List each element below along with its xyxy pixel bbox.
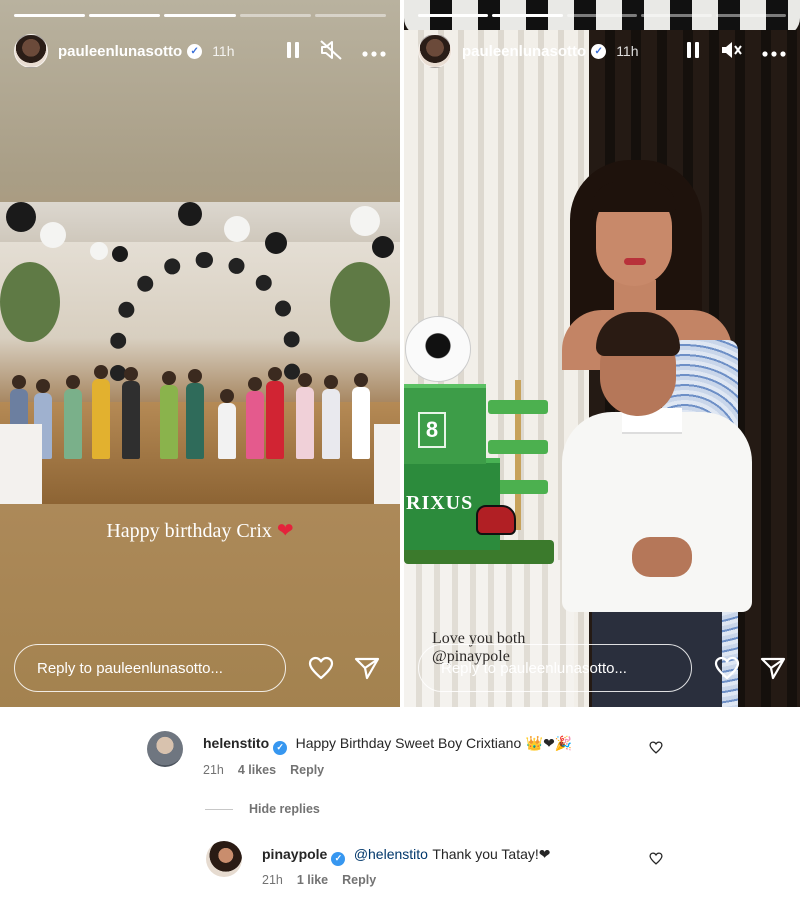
progress-segment [641,14,712,17]
speaker-muted-icon[interactable] [720,40,742,63]
progress-segment [239,14,311,17]
story-header: pauleenlunasotto ✓ 11h [418,33,786,69]
hide-replies-label: Hide replies [249,802,320,816]
progress-segment [164,14,236,17]
story-reply-bar: Reply to pauleenlunasotto... [418,644,794,692]
reply-placeholder: Reply to pauleenlunasotto... [37,659,223,677]
comments-section: helenstito ✓ Happy Birthday Sweet Boy Cri… [0,707,800,907]
story-actions [686,40,786,63]
divider-line [205,808,233,810]
avatar[interactable] [206,841,242,877]
story-reply-bar: Reply to pauleenlunasotto... [14,644,394,692]
reply-input[interactable]: Reply to pauleenlunasotto... [418,644,692,692]
comment-body: helenstito ✓ Happy Birthday Sweet Boy Cri… [203,735,572,755]
comment-meta: 21h 1 like Reply [262,873,376,887]
avatar[interactable] [147,731,183,767]
more-horizontal-icon[interactable] [762,42,786,60]
heart-emoji: ❤ [276,520,294,542]
story-username[interactable]: pauleenlunasotto [58,43,182,60]
caption-text: Happy birthday Crix [106,520,272,542]
cake-photo: RIXUS 8 Love you both @pinaypole [404,0,800,707]
avatar[interactable] [14,34,48,68]
paper-plane-icon[interactable] [354,655,380,681]
story-timestamp: 11h [212,43,235,59]
pause-icon[interactable] [686,41,700,62]
comment-likes[interactable]: 1 like [297,873,328,887]
story-left[interactable]: pauleenlunasotto ✓ 11h Happy birthday Cr… [0,0,400,707]
progress-segment [418,14,489,17]
reply-input[interactable]: Reply to pauleenlunasotto... [14,644,286,692]
comment-reply-button[interactable]: Reply [342,873,376,887]
avatar[interactable] [418,34,452,68]
heart-outline-icon[interactable] [714,655,740,681]
story-right[interactable]: RIXUS 8 Love you both @pinaypole pauleen… [404,0,800,707]
comment-time: 21h [262,873,283,887]
comment-mention[interactable]: @helenstito [354,846,428,862]
party-photo [0,202,400,504]
story-caption: Happy birthday Crix ❤ [0,518,400,543]
comment-username[interactable]: helenstito [203,735,269,751]
heart-emoji: ❤ [538,846,551,862]
verified-badge-icon: ✓ [187,43,203,59]
cake-name-text: RIXUS [406,492,474,514]
comment-likes[interactable]: 4 likes [238,763,276,777]
story-progress-bar [418,14,787,17]
verified-badge-icon: ✓ [591,43,607,59]
more-horizontal-icon[interactable] [362,42,386,60]
verified-badge-icon: ✓ [273,740,288,755]
comment-text: Happy Birthday Sweet Boy Crixtiano [295,735,522,751]
story-actions [286,39,386,63]
story-header: pauleenlunasotto ✓ 11h [14,33,386,69]
progress-segment [89,14,161,17]
story-progress-bar [14,14,387,17]
verified-badge-icon: ✓ [331,851,346,866]
soccer-boot-decoration [476,505,516,535]
stories-panel: pauleenlunasotto ✓ 11h Happy birthday Cr… [0,0,800,707]
hide-replies-button[interactable]: Hide replies [205,802,320,816]
soccer-ball-topper [405,316,471,382]
comment-body: pinaypole ✓ @helenstito Thank you Tatay!❤ [262,846,551,866]
comment-username[interactable]: pinaypole [262,846,327,862]
progress-segment [492,14,563,17]
comment-emojis: 👑❤🎉 [525,735,573,751]
story-username[interactable]: pauleenlunasotto [462,43,586,60]
heart-outline-icon[interactable] [649,852,663,866]
progress-segment [566,14,638,17]
comment-reply-button[interactable]: Reply [290,763,324,777]
progress-segment [14,14,86,17]
paper-plane-icon[interactable] [760,655,786,681]
reply-placeholder: Reply to pauleenlunasotto... [441,659,627,677]
cake-number-text: 8 [418,412,446,448]
story-timestamp: 11h [616,43,639,59]
comment-text: Thank you Tatay! [432,846,539,862]
heart-outline-icon[interactable] [649,741,663,755]
pause-icon[interactable] [286,41,300,62]
progress-segment [715,14,787,17]
speaker-muted-icon[interactable] [320,39,342,63]
heart-outline-icon[interactable] [308,655,334,681]
comment-meta: 21h 4 likes Reply [203,763,324,777]
comment-time: 21h [203,763,224,777]
progress-segment [314,14,387,17]
